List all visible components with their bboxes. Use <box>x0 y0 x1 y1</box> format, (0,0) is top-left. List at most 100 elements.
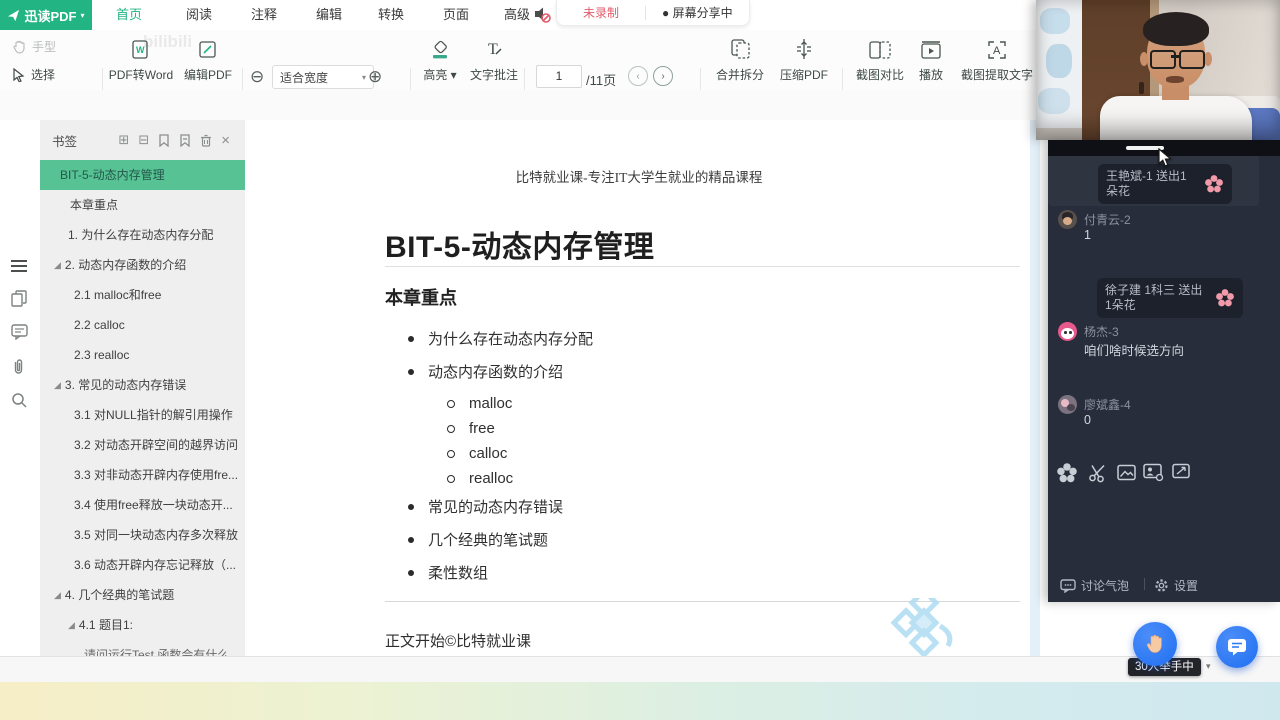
bookmark-label: 4.1 题目1: <box>78 618 133 632</box>
bookmark-item[interactable]: 本章重点 <box>40 190 275 220</box>
avatar[interactable] <box>1058 322 1077 341</box>
bookmark-item[interactable]: 3.1 对NULL指针的解引用操作 <box>40 400 279 430</box>
avatar-frame-icon[interactable] <box>1143 463 1164 482</box>
quick-reply-icon[interactable] <box>1172 463 1192 482</box>
image-upload-icon[interactable] <box>1117 464 1136 482</box>
app-logo-label: 迅读PDF <box>24 8 77 24</box>
bookmark-item[interactable]: ◢ 2. 动态内存函数的介绍 <box>40 250 259 280</box>
paper-plane-icon <box>8 9 20 21</box>
mouse-cursor <box>1158 148 1172 167</box>
bullet-icon <box>408 569 414 576</box>
cursor-icon <box>13 67 25 82</box>
bullet-item: 几个经典的笔试题 <box>408 529 548 550</box>
bookmark-item[interactable]: 2.3 realloc <box>40 340 279 370</box>
sub-bullet-item: realloc <box>447 470 513 487</box>
menu-tab-annotate[interactable]: 注释 <box>245 0 283 30</box>
chat-message-text: 1 <box>1084 228 1091 242</box>
bookmark-item[interactable]: 3.3 对非动态开辟内存使用fre... <box>40 460 279 490</box>
bullet-text: 常见的动态内存错误 <box>428 499 564 516</box>
merge-split-button[interactable]: 合并拆分 <box>712 39 768 83</box>
ribbon-page-input[interactable]: 1 <box>536 65 582 88</box>
menu-tab-convert[interactable]: 转换 <box>372 0 410 30</box>
edit-pdf-button[interactable]: 编辑PDF <box>182 41 234 83</box>
highlight-label: 高亮 <box>423 68 448 82</box>
play-icon <box>921 41 941 59</box>
collapse-arrow-icon[interactable]: ◢ <box>54 580 61 610</box>
chat-username[interactable]: 杨杰-3 <box>1084 323 1119 340</box>
select-tool-button[interactable]: 选择 <box>12 66 55 83</box>
screenshot-scissors-icon[interactable] <box>1088 463 1108 483</box>
zoom-out-icon[interactable]: ⊖ <box>250 68 264 85</box>
viewer-scrollbar[interactable] <box>1030 120 1040 656</box>
trash-icon[interactable] <box>200 134 212 147</box>
screen-share-status[interactable]: ● 屏幕分享中 <box>646 4 749 21</box>
hand-tool-button[interactable]: 手型 <box>12 38 56 55</box>
zoom-in-icon[interactable]: ⊕ <box>368 68 382 85</box>
windows-taskbar: 23° ♪ PDF 英 <box>0 682 1280 720</box>
chat-username[interactable]: 付青云-2 <box>1084 211 1131 228</box>
raise-hand-button[interactable] <box>1133 622 1177 666</box>
menu-tab-advanced[interactable]: 高级 <box>498 0 536 30</box>
send-flower-button[interactable] <box>1056 462 1078 484</box>
pdf-to-word-button[interactable]: W PDF转Word <box>108 40 174 83</box>
bullet-text: 柔性数组 <box>428 565 489 582</box>
page-thumbnails-icon[interactable] <box>11 290 29 308</box>
text-comment-button[interactable]: T 文字批注 <box>466 41 522 83</box>
bookmark-item[interactable]: ◢ 4.1 题目1: <box>40 610 273 640</box>
shot-ocr-button[interactable]: A 截图提取文字 <box>956 41 1038 83</box>
panel-icon-strip <box>0 120 41 656</box>
add-bookmark-icon[interactable] <box>158 133 170 147</box>
bookmark-item[interactable]: 3.5 对同一块动态内存多次释放 <box>40 520 279 550</box>
chat-username[interactable]: 廖斌鑫-4 <box>1084 396 1131 413</box>
menu-tab-page[interactable]: 页面 <box>437 0 475 30</box>
chevron-down-icon: ▾ <box>361 72 366 82</box>
bookmark-item[interactable]: 2.1 malloc和free <box>40 280 279 310</box>
tooltip-caret-icon[interactable]: ▾ <box>1206 661 1211 672</box>
compress-pdf-button[interactable]: 压缩PDF <box>778 39 830 83</box>
attachment-icon[interactable] <box>11 358 29 376</box>
bookmark-item[interactable]: ◢ 3. 常见的动态内存错误 <box>40 370 259 400</box>
collapse-all-icon[interactable]: ⊟ <box>138 132 149 148</box>
mute-speaker-icon[interactable] <box>533 5 551 23</box>
search-icon[interactable] <box>11 392 29 410</box>
prev-page-icon[interactable]: ‹ <box>628 66 648 86</box>
discussion-bubble-toggle[interactable]: 讨论气泡 <box>1060 577 1129 594</box>
expand-all-icon[interactable]: ⊞ <box>118 132 129 148</box>
record-status[interactable]: 未录制 <box>557 4 645 21</box>
menu-tab-read[interactable]: 阅读 <box>180 0 218 30</box>
bookmark-item[interactable]: BIT-5-动态内存管理 <box>40 160 265 190</box>
avatar[interactable] <box>1058 395 1077 414</box>
outline-list-icon[interactable] <box>11 257 29 275</box>
page-running-header: 比特就业课-专注IT大学生就业的精品课程 <box>515 170 763 185</box>
open-chat-button[interactable] <box>1216 626 1258 668</box>
avatar[interactable] <box>1058 210 1077 229</box>
bookmark-item[interactable]: 1. 为什么存在动态内存分配 <box>40 220 273 250</box>
collapse-arrow-icon[interactable]: ◢ <box>54 370 61 400</box>
next-page-icon[interactable]: › <box>653 66 673 86</box>
bookmark-item[interactable]: 3.4 使用free释放一块动态开... <box>40 490 279 520</box>
merge-split-icon <box>731 39 750 59</box>
webcam-video[interactable] <box>1036 0 1280 140</box>
chat-settings-button[interactable]: 设置 <box>1154 577 1198 594</box>
bookmark-item[interactable]: 3.2 对动态开辟空间的越界访问 <box>40 430 279 460</box>
gift-text: 徐子建 1科三 送出1朵花 <box>1105 283 1203 312</box>
highlight-button[interactable]: 高亮 ▾ <box>420 40 460 83</box>
remove-bookmark-icon[interactable] <box>179 133 191 147</box>
shot-compare-button[interactable]: 截图对比 <box>852 41 908 83</box>
edit-pdf-label: 编辑PDF <box>183 68 232 82</box>
bookmark-item[interactable]: ◢ 4. 几个经典的笔试题 <box>40 580 259 610</box>
collapse-arrow-icon[interactable]: ◢ <box>54 250 61 280</box>
bookmark-item[interactable]: 3.6 动态开辟内存忘记释放（... <box>40 550 279 580</box>
menu-tab-edit[interactable]: 编辑 <box>310 0 348 30</box>
collapse-arrow-icon[interactable]: ◢ <box>68 610 75 640</box>
bookmark-item[interactable]: 2.2 calloc <box>40 310 279 340</box>
app-logo[interactable]: 迅读PDF ▾ <box>0 0 92 30</box>
close-panel-icon[interactable]: × <box>221 132 230 149</box>
status-bar: 侧边栏 ← → |◀ ◀ 1 /11 ▶ ▶| ▤ ▥ ▦ ▧ ⊖ <box>0 656 1280 683</box>
play-button[interactable]: 播放 <box>916 41 946 83</box>
comments-icon[interactable] <box>11 324 29 342</box>
bullet-icon <box>408 335 414 342</box>
bit-logo-watermark <box>890 598 953 658</box>
fit-width-dropdown[interactable]: 适合宽度 ▾ <box>272 65 374 89</box>
menu-tab-home[interactable]: 首页 <box>110 0 148 30</box>
